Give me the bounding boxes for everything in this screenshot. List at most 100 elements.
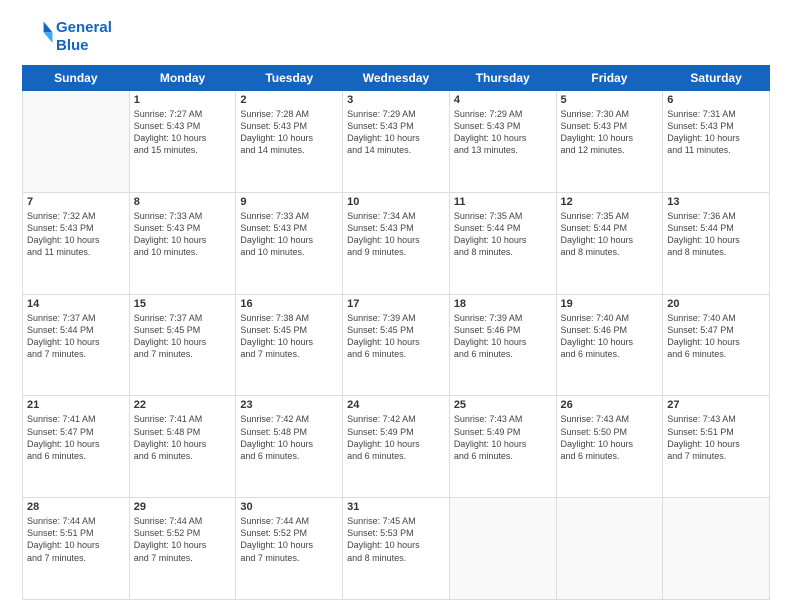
day-info: Sunrise: 7:29 AM Sunset: 5:43 PM Dayligh… [454, 108, 552, 157]
day-number: 18 [454, 298, 552, 310]
day-info: Sunrise: 7:32 AM Sunset: 5:43 PM Dayligh… [27, 210, 125, 259]
day-info: Sunrise: 7:29 AM Sunset: 5:43 PM Dayligh… [347, 108, 445, 157]
weekday-saturday: Saturday [663, 66, 770, 91]
day-number: 25 [454, 399, 552, 411]
day-cell: 5 Sunrise: 7:30 AM Sunset: 5:43 PM Daylig… [556, 91, 663, 193]
day-cell: 4 Sunrise: 7:29 AM Sunset: 5:43 PM Daylig… [449, 91, 556, 193]
day-number: 21 [27, 399, 125, 411]
day-number: 23 [240, 399, 338, 411]
day-number: 26 [561, 399, 659, 411]
day-info: Sunrise: 7:39 AM Sunset: 5:45 PM Dayligh… [347, 312, 445, 361]
day-info: Sunrise: 7:43 AM Sunset: 5:49 PM Dayligh… [454, 413, 552, 462]
week-row-3: 14 Sunrise: 7:37 AM Sunset: 5:44 PM Dayli… [23, 294, 770, 396]
day-cell: 26 Sunrise: 7:43 AM Sunset: 5:50 PM Dayli… [556, 396, 663, 498]
day-info: Sunrise: 7:42 AM Sunset: 5:49 PM Dayligh… [347, 413, 445, 462]
day-number: 14 [27, 298, 125, 310]
day-cell: 27Sunrise: 7:43 AM Sunset: 5:51 PM Dayli… [663, 396, 770, 498]
day-number: 17 [347, 298, 445, 310]
logo-icon [24, 18, 56, 50]
day-cell [23, 91, 130, 193]
header: General Blue [22, 18, 770, 55]
day-cell [556, 498, 663, 600]
calendar-table: SundayMondayTuesdayWednesdayThursdayFrid… [22, 65, 770, 600]
day-info: Sunrise: 7:43 AM Sunset: 5:50 PM Dayligh… [561, 413, 659, 462]
day-number: 4 [454, 94, 552, 106]
day-cell [663, 498, 770, 600]
day-cell: 16Sunrise: 7:38 AM Sunset: 5:45 PM Dayli… [236, 294, 343, 396]
day-number: 8 [134, 196, 232, 208]
day-info: Sunrise: 7:33 AM Sunset: 5:43 PM Dayligh… [240, 210, 338, 259]
day-cell: 11 Sunrise: 7:35 AM Sunset: 5:44 PM Dayli… [449, 192, 556, 294]
week-row-2: 7 Sunrise: 7:32 AM Sunset: 5:43 PM Daylig… [23, 192, 770, 294]
day-cell: 28 Sunrise: 7:44 AM Sunset: 5:51 PM Dayli… [23, 498, 130, 600]
day-number: 24 [347, 399, 445, 411]
day-number: 6 [667, 94, 765, 106]
day-info: Sunrise: 7:38 AM Sunset: 5:45 PM Dayligh… [240, 312, 338, 361]
day-number: 7 [27, 196, 125, 208]
day-number: 11 [454, 196, 552, 208]
weekday-monday: Monday [129, 66, 236, 91]
day-number: 1 [134, 94, 232, 106]
logo: General Blue [22, 18, 112, 55]
logo-general: General [56, 19, 112, 36]
day-number: 2 [240, 94, 338, 106]
weekday-friday: Friday [556, 66, 663, 91]
day-info: Sunrise: 7:40 AM Sunset: 5:47 PM Dayligh… [667, 312, 765, 361]
day-number: 12 [561, 196, 659, 208]
day-info: Sunrise: 7:43 AM Sunset: 5:51 PM Dayligh… [667, 413, 765, 462]
page: General Blue SundayMondayTuesdayWednesda… [0, 0, 792, 612]
day-number: 30 [240, 501, 338, 513]
day-number: 13 [667, 196, 765, 208]
day-cell: 15 Sunrise: 7:37 AM Sunset: 5:45 PM Dayli… [129, 294, 236, 396]
day-info: Sunrise: 7:34 AM Sunset: 5:43 PM Dayligh… [347, 210, 445, 259]
day-cell: 31 Sunrise: 7:45 AM Sunset: 5:53 PM Dayli… [343, 498, 450, 600]
day-number: 9 [240, 196, 338, 208]
day-cell: 8Sunrise: 7:33 AM Sunset: 5:43 PM Daylig… [129, 192, 236, 294]
day-info: Sunrise: 7:37 AM Sunset: 5:45 PM Dayligh… [134, 312, 232, 361]
week-row-5: 28 Sunrise: 7:44 AM Sunset: 5:51 PM Dayli… [23, 498, 770, 600]
logo-text: General Blue [56, 19, 112, 55]
day-cell: 7 Sunrise: 7:32 AM Sunset: 5:43 PM Daylig… [23, 192, 130, 294]
day-info: Sunrise: 7:44 AM Sunset: 5:51 PM Dayligh… [27, 515, 125, 564]
day-number: 28 [27, 501, 125, 513]
day-info: Sunrise: 7:39 AM Sunset: 5:46 PM Dayligh… [454, 312, 552, 361]
day-number: 19 [561, 298, 659, 310]
weekday-tuesday: Tuesday [236, 66, 343, 91]
weekday-wednesday: Wednesday [343, 66, 450, 91]
logo-blue: Blue [56, 37, 112, 55]
day-info: Sunrise: 7:44 AM Sunset: 5:52 PM Dayligh… [134, 515, 232, 564]
week-row-1: 1Sunrise: 7:27 AM Sunset: 5:43 PM Daylig… [23, 91, 770, 193]
day-number: 22 [134, 399, 232, 411]
day-cell: 9 Sunrise: 7:33 AM Sunset: 5:43 PM Daylig… [236, 192, 343, 294]
day-number: 3 [347, 94, 445, 106]
day-info: Sunrise: 7:44 AM Sunset: 5:52 PM Dayligh… [240, 515, 338, 564]
day-number: 15 [134, 298, 232, 310]
weekday-thursday: Thursday [449, 66, 556, 91]
day-number: 29 [134, 501, 232, 513]
day-cell: 6Sunrise: 7:31 AM Sunset: 5:43 PM Daylig… [663, 91, 770, 193]
day-number: 20 [667, 298, 765, 310]
day-info: Sunrise: 7:30 AM Sunset: 5:43 PM Dayligh… [561, 108, 659, 157]
day-cell: 23 Sunrise: 7:42 AM Sunset: 5:48 PM Dayli… [236, 396, 343, 498]
day-info: Sunrise: 7:37 AM Sunset: 5:44 PM Dayligh… [27, 312, 125, 361]
day-cell: 2Sunrise: 7:28 AM Sunset: 5:43 PM Daylig… [236, 91, 343, 193]
day-cell [449, 498, 556, 600]
day-cell: 10 Sunrise: 7:34 AM Sunset: 5:43 PM Dayli… [343, 192, 450, 294]
day-info: Sunrise: 7:35 AM Sunset: 5:44 PM Dayligh… [561, 210, 659, 259]
day-number: 10 [347, 196, 445, 208]
day-cell: 25 Sunrise: 7:43 AM Sunset: 5:49 PM Dayli… [449, 396, 556, 498]
week-row-4: 21 Sunrise: 7:41 AM Sunset: 5:47 PM Dayli… [23, 396, 770, 498]
day-cell: 21 Sunrise: 7:41 AM Sunset: 5:47 PM Dayli… [23, 396, 130, 498]
weekday-sunday: Sunday [23, 66, 130, 91]
day-info: Sunrise: 7:45 AM Sunset: 5:53 PM Dayligh… [347, 515, 445, 564]
day-number: 5 [561, 94, 659, 106]
day-cell: 12 Sunrise: 7:35 AM Sunset: 5:44 PM Dayli… [556, 192, 663, 294]
day-cell: 3 Sunrise: 7:29 AM Sunset: 5:43 PM Daylig… [343, 91, 450, 193]
day-cell: 17 Sunrise: 7:39 AM Sunset: 5:45 PM Dayli… [343, 294, 450, 396]
day-cell: 19Sunrise: 7:40 AM Sunset: 5:46 PM Dayli… [556, 294, 663, 396]
day-info: Sunrise: 7:41 AM Sunset: 5:47 PM Dayligh… [27, 413, 125, 462]
day-number: 31 [347, 501, 445, 513]
day-info: Sunrise: 7:42 AM Sunset: 5:48 PM Dayligh… [240, 413, 338, 462]
day-info: Sunrise: 7:35 AM Sunset: 5:44 PM Dayligh… [454, 210, 552, 259]
day-cell: 30 Sunrise: 7:44 AM Sunset: 5:52 PM Dayli… [236, 498, 343, 600]
